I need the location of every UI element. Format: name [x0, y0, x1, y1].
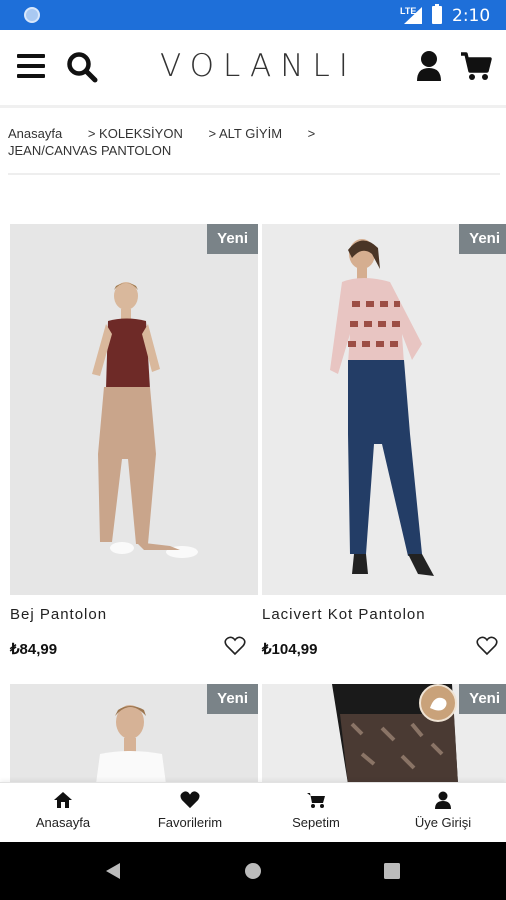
- new-badge: Yeni: [459, 224, 506, 254]
- product-price: ₺84,99: [10, 641, 58, 658]
- new-badge: Yeni: [207, 224, 258, 254]
- nav-label: Favorilerim: [157, 815, 223, 830]
- new-badge: Yeni: [207, 684, 258, 714]
- product-name[interactable]: Bej Pantolon: [10, 606, 107, 623]
- product-name[interactable]: Lacivert Kot Pantolon: [262, 606, 426, 623]
- breadcrumb-separator: >: [307, 126, 316, 141]
- cart-icon[interactable]: [460, 51, 492, 81]
- menu-icon[interactable]: [17, 54, 45, 78]
- bottom-navigation: Anasayfa Favorilerim Sepetim Üye Girişi: [0, 782, 506, 842]
- breadcrumb-current: JEAN/CANVAS PANTOLON: [8, 143, 172, 158]
- clock: 2:10: [452, 6, 491, 26]
- divider: [8, 173, 500, 175]
- nav-label: Anasayfa: [35, 815, 91, 830]
- app-header: VOLANLI: [0, 30, 506, 108]
- home-button-icon[interactable]: [244, 862, 262, 880]
- product-image[interactable]: [10, 224, 258, 595]
- user-icon: [435, 791, 451, 809]
- network-type: LTE: [400, 6, 417, 16]
- nav-home[interactable]: Anasayfa: [0, 783, 126, 843]
- nav-cart[interactable]: Sepetim: [253, 783, 379, 843]
- breadcrumb-home[interactable]: Anasayfa: [8, 126, 62, 141]
- cart-icon: [307, 793, 325, 808]
- chat-bubble-icon[interactable]: [419, 684, 457, 722]
- status-bar: LTE 2:10: [0, 0, 506, 30]
- heart-icon[interactable]: [476, 636, 498, 656]
- heart-icon: [180, 791, 200, 809]
- breadcrumb: Anasayfa > KOLEKSİYON > ALT GİYİM > JEAN…: [8, 125, 500, 175]
- new-badge: Yeni: [459, 684, 506, 714]
- brand-logo[interactable]: VOLANLI: [160, 48, 357, 84]
- product-image[interactable]: [262, 224, 506, 595]
- user-icon[interactable]: [416, 50, 442, 82]
- search-icon[interactable]: [66, 51, 98, 83]
- breadcrumb-bottoms[interactable]: > ALT GİYİM: [208, 126, 282, 141]
- recents-icon[interactable]: [384, 863, 400, 879]
- back-icon[interactable]: [104, 862, 122, 880]
- product-price: ₺104,99: [262, 641, 318, 658]
- breadcrumb-collection[interactable]: > KOLEKSİYON: [88, 126, 183, 141]
- system-navigation-bar: [0, 842, 506, 900]
- home-icon: [54, 792, 72, 808]
- notification-icon: [24, 7, 40, 23]
- heart-icon[interactable]: [224, 636, 246, 656]
- battery-icon: [432, 4, 442, 24]
- nav-favorites[interactable]: Favorilerim: [127, 783, 253, 843]
- nav-label: Üye Girişi: [414, 815, 472, 830]
- nav-label: Sepetim: [292, 815, 340, 830]
- nav-login[interactable]: Üye Girişi: [380, 783, 506, 843]
